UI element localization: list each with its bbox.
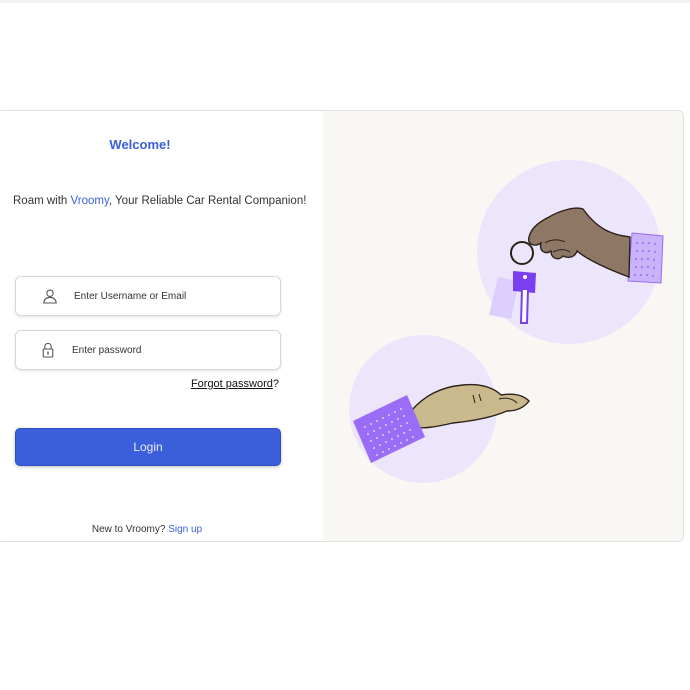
login-form-panel: Welcome! Roam with Vroomy, Your Reliable… bbox=[0, 111, 323, 541]
password-input[interactable] bbox=[72, 331, 268, 369]
signup-line: New to Vroomy? Sign up bbox=[0, 524, 297, 535]
username-field[interactable] bbox=[15, 276, 281, 316]
username-input[interactable] bbox=[74, 277, 270, 315]
login-card: Welcome! Roam with Vroomy, Your Reliable… bbox=[0, 110, 684, 542]
user-icon bbox=[42, 288, 58, 304]
forgot-password-label: Forgot password bbox=[190, 378, 273, 390]
brand-name: Vroomy bbox=[70, 195, 109, 207]
password-field[interactable] bbox=[15, 330, 281, 370]
forgot-password-suffix: ? bbox=[272, 378, 279, 390]
upper-sleeve bbox=[627, 232, 664, 284]
tagline-prefix: Roam with bbox=[13, 195, 71, 207]
welcome-heading: Welcome! bbox=[109, 137, 171, 152]
signup-prompt: New to Vroomy? bbox=[91, 524, 169, 535]
login-button[interactable]: Login bbox=[15, 428, 281, 466]
tagline: Roam with Vroomy, Your Reliable Car Rent… bbox=[13, 195, 306, 207]
signup-link[interactable]: Sign up bbox=[168, 524, 202, 535]
forgot-password-link[interactable]: Forgot password? bbox=[177, 378, 279, 390]
lock-icon bbox=[40, 342, 56, 358]
top-divider bbox=[0, 0, 690, 3]
key-handover-illustration bbox=[349, 160, 664, 483]
key-blade bbox=[519, 288, 530, 324]
tagline-suffix: , Your Reliable Car Rental Companion! bbox=[108, 195, 307, 207]
illustration-panel bbox=[323, 111, 683, 541]
